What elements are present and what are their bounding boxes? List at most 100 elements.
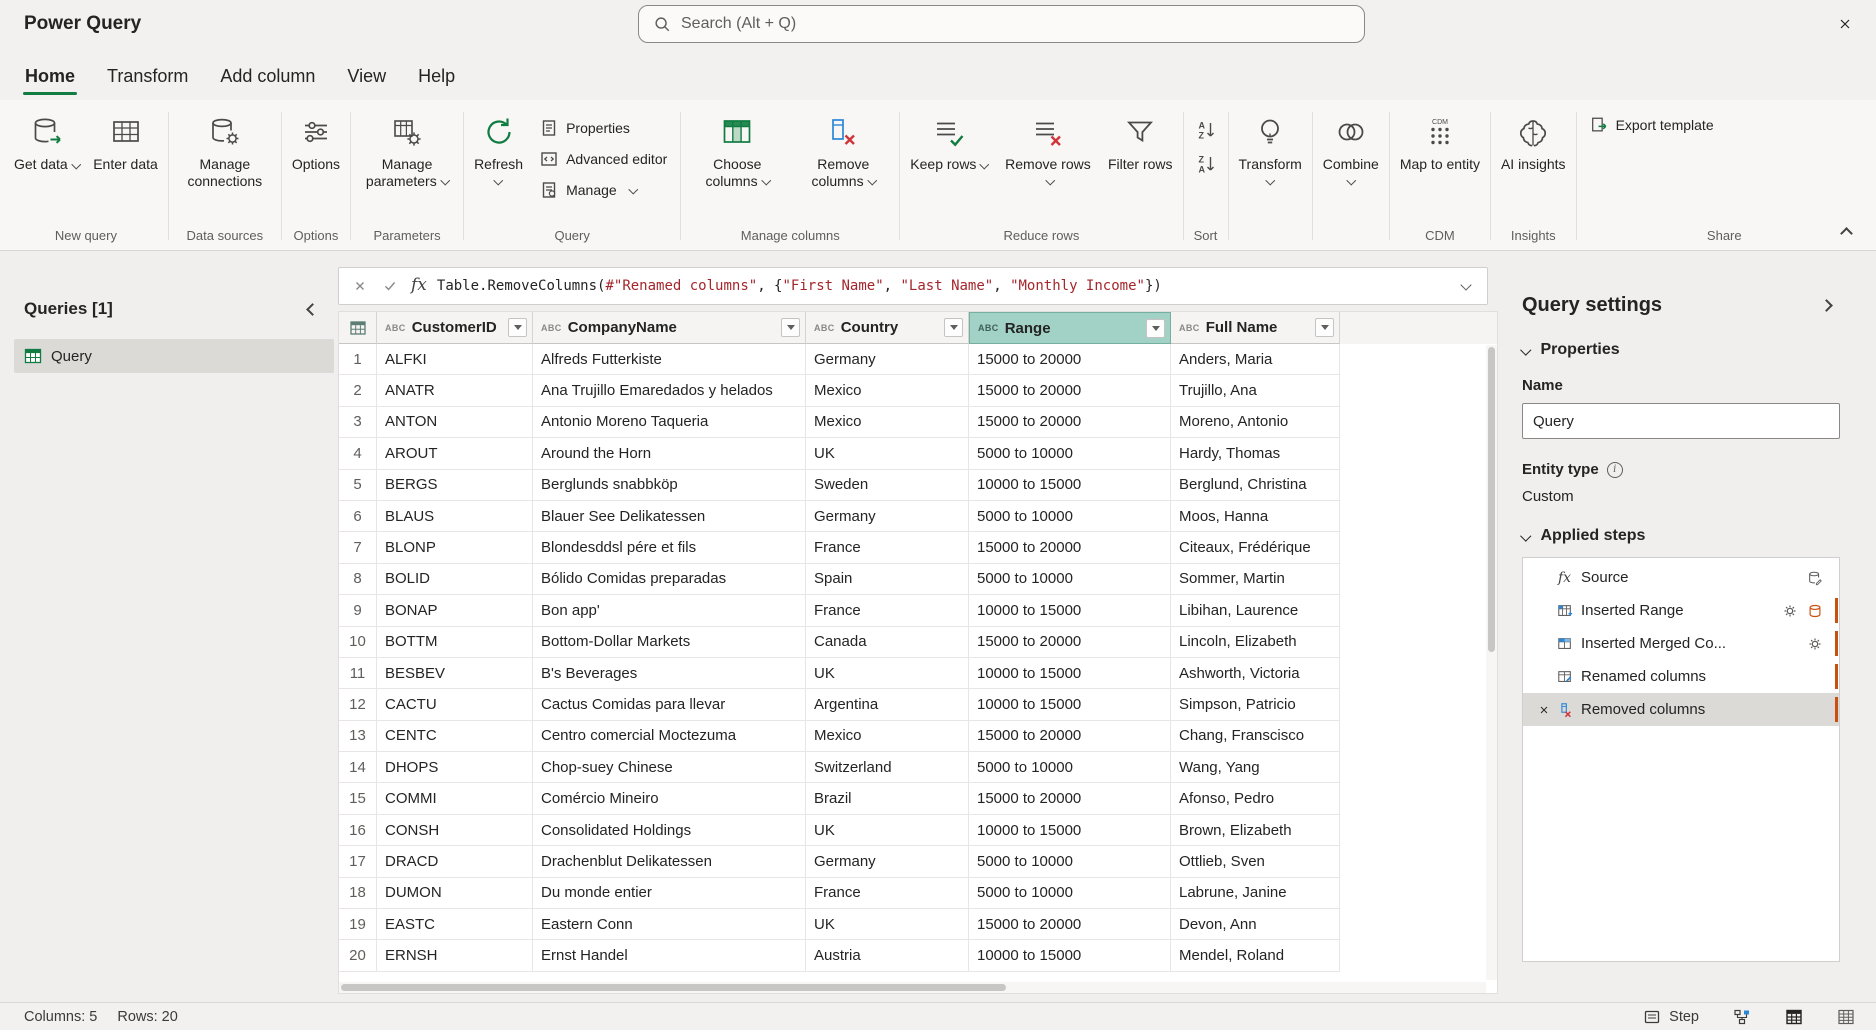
cell-country[interactable]: Germany (806, 500, 969, 533)
cell-companyname[interactable]: Alfreds Futterkiste (533, 344, 806, 376)
cell-country[interactable]: France (806, 877, 969, 910)
cell-range[interactable]: 10000 to 15000 (969, 657, 1171, 690)
cell-country[interactable]: Germany (806, 344, 969, 376)
transform-button[interactable]: Transform (1232, 106, 1309, 243)
cell-country[interactable]: Argentina (806, 689, 969, 721)
step-renamed-columns[interactable]: Renamed columns (1523, 660, 1839, 693)
manage-connections-button[interactable]: Manage connections (172, 106, 278, 228)
row-number[interactable]: 19 (339, 909, 377, 941)
properties-button[interactable]: Properties (530, 113, 677, 143)
cell-country[interactable]: France (806, 532, 969, 564)
cell-country[interactable]: Austria (806, 940, 969, 972)
step-inserted-merged-column[interactable]: Inserted Merged Co... (1523, 627, 1839, 660)
row-number[interactable]: 1 (339, 344, 377, 376)
cell-full-name[interactable]: Devon, Ann (1171, 909, 1340, 941)
formula-text[interactable]: Table.RemoveColumns(#"Renamed columns", … (437, 278, 1451, 294)
cell-companyname[interactable]: Berglunds snabbköp (533, 469, 806, 501)
cancel-formula-button[interactable] (345, 271, 375, 301)
tab-help[interactable]: Help (403, 56, 470, 100)
diagram-view-button[interactable] (1730, 1007, 1754, 1027)
table-corner-button[interactable] (339, 312, 377, 344)
vertical-scrollbar-thumb[interactable] (1488, 347, 1495, 652)
step-source[interactable]: fx Source (1523, 561, 1839, 594)
horizontal-scrollbar[interactable] (339, 982, 1486, 993)
column-header-range[interactable]: ABC Range (969, 312, 1171, 344)
row-number[interactable]: 11 (339, 657, 377, 690)
cell-full-name[interactable]: Sommer, Martin (1171, 563, 1340, 596)
combine-button[interactable]: Combine (1316, 106, 1386, 243)
row-number[interactable]: 20 (339, 940, 377, 972)
cell-companyname[interactable]: Eastern Conn (533, 909, 806, 941)
collapse-queries-panel-button[interactable] (298, 295, 326, 323)
column-filter-button[interactable] (781, 318, 800, 337)
search-input[interactable] (681, 15, 1350, 33)
cell-customerid[interactable]: BLAUS (377, 500, 533, 533)
cell-full-name[interactable]: Lincoln, Elizabeth (1171, 626, 1340, 658)
column-header-customerid[interactable]: ABC CustomerID (377, 312, 533, 344)
cell-customerid[interactable]: BLONP (377, 532, 533, 564)
cell-companyname[interactable]: B's Beverages (533, 657, 806, 690)
column-filter-button[interactable] (1146, 318, 1165, 338)
enter-data-button[interactable]: Enter data (86, 106, 165, 228)
cell-range[interactable]: 10000 to 15000 (969, 469, 1171, 501)
column-header-country[interactable]: ABC Country (806, 312, 969, 344)
cell-country[interactable]: Germany (806, 846, 969, 878)
data-source-settings-icon[interactable] (1807, 570, 1823, 586)
cell-companyname[interactable]: Ana Trujillo Emaredados y helados (533, 375, 806, 407)
step-removed-columns[interactable]: Removed columns (1523, 693, 1839, 726)
cell-customerid[interactable]: CENTC (377, 720, 533, 753)
tab-add-column[interactable]: Add column (205, 56, 330, 100)
cell-range[interactable]: 5000 to 10000 (969, 438, 1171, 470)
cell-country[interactable]: Sweden (806, 469, 969, 501)
cell-range[interactable]: 15000 to 20000 (969, 344, 1171, 376)
ai-insights-button[interactable]: AI insights (1494, 106, 1573, 228)
keep-rows-button[interactable]: Keep rows (903, 106, 995, 228)
manage-parameters-button[interactable]: Manage parameters (354, 106, 460, 228)
column-header-full-name[interactable]: ABC Full Name (1171, 312, 1340, 344)
delete-step-button[interactable] (1535, 701, 1553, 719)
cell-country[interactable]: Mexico (806, 406, 969, 439)
cell-companyname[interactable]: Ernst Handel (533, 940, 806, 972)
row-number[interactable]: 18 (339, 877, 377, 910)
row-number[interactable]: 10 (339, 626, 377, 658)
cell-country[interactable]: Mexico (806, 720, 969, 753)
cell-companyname[interactable]: Around the Horn (533, 438, 806, 470)
advanced-editor-button[interactable]: Advanced editor (530, 144, 677, 174)
tab-home[interactable]: Home (10, 56, 90, 100)
vertical-scrollbar[interactable] (1486, 345, 1497, 980)
row-number[interactable]: 3 (339, 406, 377, 439)
row-number[interactable]: 2 (339, 375, 377, 407)
cell-country[interactable]: Spain (806, 563, 969, 596)
cell-customerid[interactable]: AROUT (377, 438, 533, 470)
formula-expand-button[interactable] (1451, 271, 1481, 301)
cell-range[interactable]: 5000 to 10000 (969, 877, 1171, 910)
cell-companyname[interactable]: Comércio Mineiro (533, 783, 806, 815)
cell-range[interactable]: 5000 to 10000 (969, 752, 1171, 784)
cell-full-name[interactable]: Mendel, Roland (1171, 940, 1340, 972)
row-number[interactable]: 12 (339, 689, 377, 721)
row-number[interactable]: 9 (339, 595, 377, 627)
cell-full-name[interactable]: Simpson, Patricio (1171, 689, 1340, 721)
cell-companyname[interactable]: Bólido Comidas preparadas (533, 563, 806, 596)
cell-range[interactable]: 15000 to 20000 (969, 406, 1171, 439)
tab-transform[interactable]: Transform (92, 56, 203, 100)
cell-customerid[interactable]: DRACD (377, 846, 533, 878)
cell-country[interactable]: Brazil (806, 783, 969, 815)
close-button[interactable] (1828, 7, 1862, 41)
filter-rows-button[interactable]: Filter rows (1101, 106, 1180, 228)
cell-full-name[interactable]: Wang, Yang (1171, 752, 1340, 784)
cell-full-name[interactable]: Chang, Franscisco (1171, 720, 1340, 753)
column-filter-button[interactable] (944, 318, 963, 337)
step-settings-gear-icon[interactable] (1782, 603, 1798, 619)
horizontal-scrollbar-thumb[interactable] (341, 984, 1007, 991)
cell-range[interactable]: 15000 to 20000 (969, 720, 1171, 753)
remove-columns-button[interactable]: Remove columns (790, 106, 896, 228)
row-number[interactable]: 6 (339, 500, 377, 533)
remove-rows-button[interactable]: Remove rows (995, 106, 1101, 228)
cell-range[interactable]: 15000 to 20000 (969, 532, 1171, 564)
row-number[interactable]: 17 (339, 846, 377, 878)
map-to-entity-button[interactable]: CDM Map to entity (1393, 106, 1487, 228)
cell-customerid[interactable]: BESBEV (377, 657, 533, 690)
cell-range[interactable]: 15000 to 20000 (969, 909, 1171, 941)
cell-full-name[interactable]: Hardy, Thomas (1171, 438, 1340, 470)
